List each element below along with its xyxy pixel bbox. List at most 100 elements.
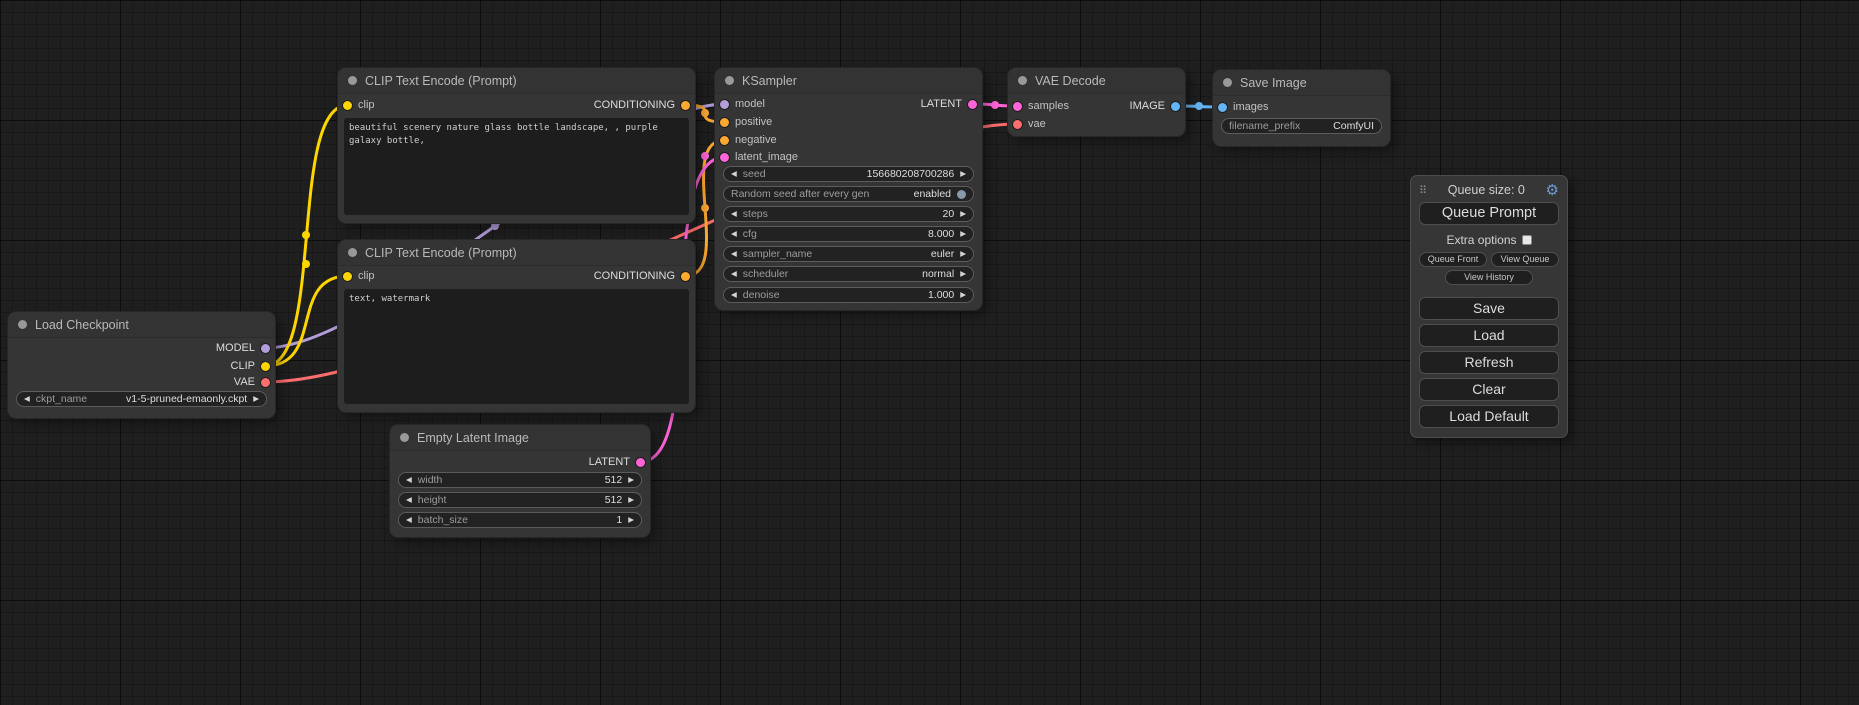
port-dot[interactable] bbox=[968, 100, 977, 109]
increment-arrow-icon[interactable]: ▶ bbox=[960, 170, 966, 178]
node-title-bar[interactable]: CLIP Text Encode (Prompt) bbox=[338, 240, 695, 266]
output-port-vae[interactable]: VAE bbox=[234, 375, 270, 389]
queue-prompt-button[interactable]: Queue Prompt bbox=[1419, 202, 1559, 225]
widget-scheduler[interactable]: ◀ scheduler normal ▶ bbox=[723, 266, 974, 282]
node-clip-text-encode-negative[interactable]: CLIP Text Encode (Prompt) clip CONDITION… bbox=[338, 240, 695, 412]
collapse-dot-icon[interactable] bbox=[348, 248, 357, 257]
decrement-arrow-icon[interactable]: ◀ bbox=[731, 250, 737, 258]
decrement-arrow-icon[interactable]: ◀ bbox=[406, 476, 412, 484]
port-dot[interactable] bbox=[261, 378, 270, 387]
widget-width[interactable]: ◀ width 512 ▶ bbox=[398, 472, 642, 488]
widget-sampler-name[interactable]: ◀ sampler_name euler ▶ bbox=[723, 246, 974, 262]
output-port-clip[interactable]: CLIP bbox=[231, 359, 270, 373]
port-dot[interactable] bbox=[681, 101, 690, 110]
collapse-dot-icon[interactable] bbox=[400, 433, 409, 442]
collapse-dot-icon[interactable] bbox=[1018, 76, 1027, 85]
port-dot[interactable] bbox=[343, 272, 352, 281]
prompt-textarea[interactable]: text, watermark bbox=[344, 289, 689, 404]
queue-front-button[interactable]: Queue Front bbox=[1419, 252, 1487, 267]
node-title-bar[interactable]: CLIP Text Encode (Prompt) bbox=[338, 68, 695, 94]
input-port-images[interactable]: images bbox=[1218, 100, 1268, 114]
widget-batch-size[interactable]: ◀ batch_size 1 ▶ bbox=[398, 512, 642, 528]
increment-arrow-icon[interactable]: ▶ bbox=[628, 476, 634, 484]
decrement-arrow-icon[interactable]: ◀ bbox=[24, 395, 30, 403]
input-port-clip[interactable]: clip bbox=[343, 269, 375, 283]
port-dot[interactable] bbox=[261, 362, 270, 371]
port-dot[interactable] bbox=[1218, 103, 1227, 112]
output-port-model[interactable]: MODEL bbox=[216, 341, 270, 355]
input-port-clip[interactable]: clip bbox=[343, 98, 375, 112]
port-dot[interactable] bbox=[720, 118, 729, 127]
widget-filename-prefix[interactable]: filename_prefix ComfyUI bbox=[1221, 118, 1382, 134]
widget-cfg[interactable]: ◀ cfg 8.000 ▶ bbox=[723, 226, 974, 242]
drag-handle-icon[interactable]: ⠿ bbox=[1419, 184, 1427, 197]
widget-steps[interactable]: ◀ steps 20 ▶ bbox=[723, 206, 974, 222]
collapse-dot-icon[interactable] bbox=[1223, 78, 1232, 87]
node-title-bar[interactable]: Load Checkpoint bbox=[8, 312, 275, 338]
output-port-conditioning[interactable]: CONDITIONING bbox=[594, 98, 690, 112]
node-vae-decode[interactable]: VAE Decode samples vae IMAGE bbox=[1008, 68, 1185, 136]
node-title-bar[interactable]: KSampler bbox=[715, 68, 982, 94]
increment-arrow-icon[interactable]: ▶ bbox=[253, 395, 259, 403]
port-dot[interactable] bbox=[1013, 120, 1022, 129]
node-title-bar[interactable]: VAE Decode bbox=[1008, 68, 1185, 94]
input-port-vae[interactable]: vae bbox=[1013, 117, 1046, 131]
increment-arrow-icon[interactable]: ▶ bbox=[960, 270, 966, 278]
port-dot[interactable] bbox=[720, 136, 729, 145]
port-dot[interactable] bbox=[720, 100, 729, 109]
increment-arrow-icon[interactable]: ▶ bbox=[628, 496, 634, 504]
collapse-dot-icon[interactable] bbox=[18, 320, 27, 329]
output-port-latent[interactable]: LATENT bbox=[921, 97, 977, 111]
toggle-indicator-icon[interactable] bbox=[957, 190, 966, 199]
node-empty-latent-image[interactable]: Empty Latent Image LATENT ◀ width 512 ▶ … bbox=[390, 425, 650, 537]
increment-arrow-icon[interactable]: ▶ bbox=[960, 230, 966, 238]
save-button[interactable]: Save bbox=[1419, 297, 1559, 320]
view-history-button[interactable]: View History bbox=[1445, 270, 1533, 285]
widget-height[interactable]: ◀ height 512 ▶ bbox=[398, 492, 642, 508]
clear-button[interactable]: Clear bbox=[1419, 378, 1559, 401]
load-default-button[interactable]: Load Default bbox=[1419, 405, 1559, 428]
output-port-image[interactable]: IMAGE bbox=[1130, 99, 1180, 113]
node-save-image[interactable]: Save Image images filename_prefix ComfyU… bbox=[1213, 70, 1390, 146]
increment-arrow-icon[interactable]: ▶ bbox=[960, 291, 966, 299]
node-title-bar[interactable]: Empty Latent Image bbox=[390, 425, 650, 451]
increment-arrow-icon[interactable]: ▶ bbox=[960, 210, 966, 218]
port-dot[interactable] bbox=[261, 344, 270, 353]
decrement-arrow-icon[interactable]: ◀ bbox=[406, 496, 412, 504]
decrement-arrow-icon[interactable]: ◀ bbox=[731, 291, 737, 299]
widget-random-seed-toggle[interactable]: Random seed after every gen enabled bbox=[723, 186, 974, 202]
input-port-samples[interactable]: samples bbox=[1013, 99, 1069, 113]
collapse-dot-icon[interactable] bbox=[348, 76, 357, 85]
refresh-button[interactable]: Refresh bbox=[1419, 351, 1559, 374]
decrement-arrow-icon[interactable]: ◀ bbox=[731, 230, 737, 238]
node-clip-text-encode-positive[interactable]: CLIP Text Encode (Prompt) clip CONDITION… bbox=[338, 68, 695, 223]
port-dot[interactable] bbox=[720, 153, 729, 162]
node-ksampler[interactable]: KSampler model positive negative latent_… bbox=[715, 68, 982, 310]
widget-denoise[interactable]: ◀ denoise 1.000 ▶ bbox=[723, 287, 974, 303]
collapse-dot-icon[interactable] bbox=[725, 76, 734, 85]
port-dot[interactable] bbox=[636, 458, 645, 467]
prompt-textarea[interactable]: beautiful scenery nature glass bottle la… bbox=[344, 118, 689, 215]
view-queue-button[interactable]: View Queue bbox=[1491, 252, 1559, 267]
port-dot[interactable] bbox=[1013, 102, 1022, 111]
widget-ckpt-name[interactable]: ◀ ckpt_name v1-5-pruned-emaonly.ckpt ▶ bbox=[16, 391, 267, 407]
widget-seed[interactable]: ◀ seed 156680208700286 ▶ bbox=[723, 166, 974, 182]
port-dot[interactable] bbox=[681, 272, 690, 281]
decrement-arrow-icon[interactable]: ◀ bbox=[731, 170, 737, 178]
port-dot[interactable] bbox=[343, 101, 352, 110]
port-dot[interactable] bbox=[1171, 102, 1180, 111]
input-port-latent-image[interactable]: latent_image bbox=[720, 150, 798, 164]
decrement-arrow-icon[interactable]: ◀ bbox=[731, 270, 737, 278]
extra-options-checkbox[interactable] bbox=[1522, 235, 1532, 245]
node-load-checkpoint[interactable]: Load Checkpoint MODEL CLIP VAE ◀ ckpt_na… bbox=[8, 312, 275, 418]
input-port-model[interactable]: model bbox=[720, 97, 765, 111]
increment-arrow-icon[interactable]: ▶ bbox=[960, 250, 966, 258]
decrement-arrow-icon[interactable]: ◀ bbox=[406, 516, 412, 524]
node-title-bar[interactable]: Save Image bbox=[1213, 70, 1390, 96]
decrement-arrow-icon[interactable]: ◀ bbox=[731, 210, 737, 218]
increment-arrow-icon[interactable]: ▶ bbox=[628, 516, 634, 524]
input-port-positive[interactable]: positive bbox=[720, 115, 772, 129]
output-port-latent[interactable]: LATENT bbox=[589, 455, 645, 469]
settings-gear-icon[interactable]: ⚙ bbox=[1546, 183, 1559, 198]
load-button[interactable]: Load bbox=[1419, 324, 1559, 347]
